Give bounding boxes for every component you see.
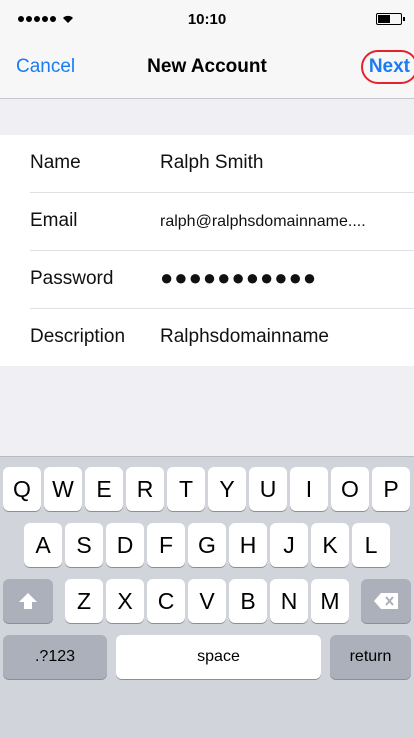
delete-key[interactable] — [361, 579, 411, 623]
next-button[interactable]: Next — [360, 50, 414, 84]
description-row: Description Ralphsdomainname — [30, 309, 414, 366]
key-y[interactable]: Y — [208, 467, 246, 511]
status-bar: 10:10 — [0, 0, 414, 40]
key-r[interactable]: R — [126, 467, 164, 511]
email-field[interactable]: ralph@ralphsdomainname.... — [160, 213, 366, 231]
key-c[interactable]: C — [147, 579, 185, 623]
shift-key[interactable] — [3, 579, 53, 623]
key-b[interactable]: B — [229, 579, 267, 623]
key-h[interactable]: H — [229, 523, 267, 567]
key-n[interactable]: N — [270, 579, 308, 623]
return-key[interactable]: return — [330, 635, 411, 679]
email-row: Email ralph@ralphsdomainname.... — [30, 193, 414, 251]
description-field[interactable]: Ralphsdomainname — [160, 326, 329, 348]
key-v[interactable]: V — [188, 579, 226, 623]
key-a[interactable]: A — [24, 523, 62, 567]
battery-icon — [376, 13, 405, 25]
numbers-key[interactable]: .?123 — [3, 635, 107, 679]
backspace-icon — [374, 593, 398, 609]
key-l[interactable]: L — [352, 523, 390, 567]
key-j[interactable]: J — [270, 523, 308, 567]
password-label: Password — [30, 268, 114, 289]
description-label: Description — [30, 326, 126, 347]
key-k[interactable]: K — [311, 523, 349, 567]
space-key[interactable]: space — [116, 635, 321, 679]
key-w[interactable]: W — [44, 467, 82, 511]
key-f[interactable]: F — [147, 523, 185, 567]
key-z[interactable]: Z — [65, 579, 103, 623]
key-d[interactable]: D — [106, 523, 144, 567]
key-q[interactable]: Q — [3, 467, 41, 511]
key-i[interactable]: I — [290, 467, 328, 511]
key-x[interactable]: X — [106, 579, 144, 623]
keyboard: Q W E R T Y U I O P A S D F G H J K L Z … — [0, 456, 414, 737]
key-g[interactable]: G — [188, 523, 226, 567]
name-row: Name Ralph Smith — [30, 135, 414, 193]
next-button-label: Next — [368, 56, 410, 77]
account-form: Name Ralph Smith Email ralph@ralphsdomai… — [0, 135, 414, 366]
key-e[interactable]: E — [85, 467, 123, 511]
shift-icon — [19, 593, 37, 609]
key-u[interactable]: U — [249, 467, 287, 511]
email-label: Email — [30, 210, 78, 231]
status-time: 10:10 — [187, 11, 227, 28]
key-s[interactable]: S — [65, 523, 103, 567]
key-o[interactable]: O — [331, 467, 369, 511]
key-t[interactable]: T — [167, 467, 205, 511]
password-field[interactable]: ●●●●●●●●●●● — [160, 265, 317, 291]
navigation-bar: Cancel New Account Next — [0, 40, 414, 99]
name-field[interactable]: Ralph Smith — [160, 152, 264, 174]
key-p[interactable]: P — [372, 467, 410, 511]
password-row: Password ●●●●●●●●●●● — [30, 251, 414, 309]
page-title: New Account — [147, 56, 267, 77]
name-label: Name — [30, 152, 81, 173]
key-m[interactable]: M — [311, 579, 349, 623]
